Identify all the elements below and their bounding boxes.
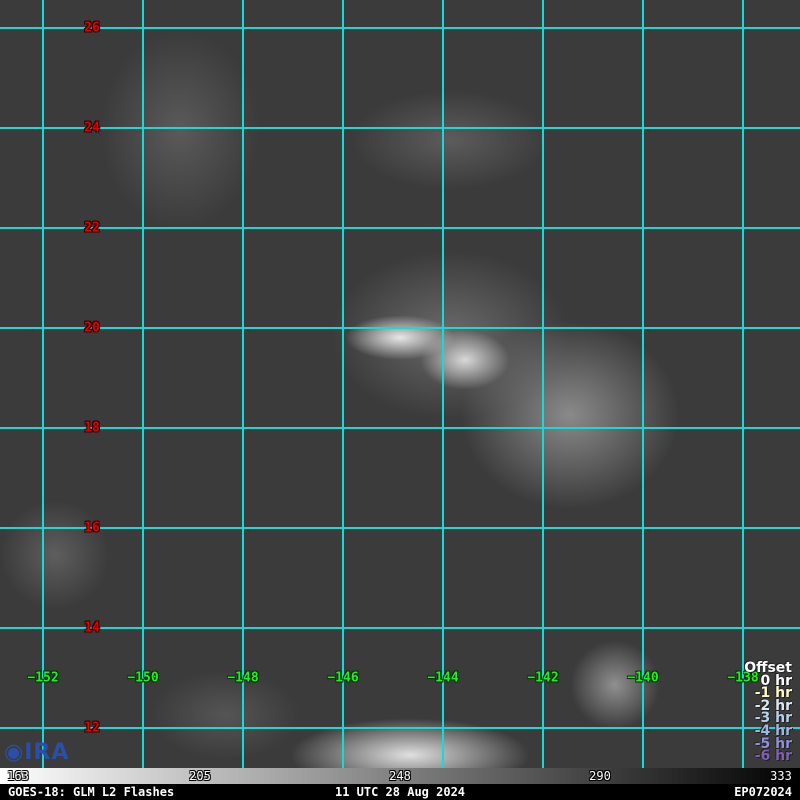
offset-legend: Offset 0 hr -1 hr -2 hr -3 hr -4 hr -5 hr -6 h… — [744, 661, 792, 765]
longitude-line — [242, 0, 244, 768]
longitude-line — [742, 0, 744, 768]
colorbar-tick: 205 — [189, 769, 211, 783]
storm-id: EP072024 — [734, 785, 792, 799]
latitude-label: 24 — [84, 120, 100, 136]
longitude-line — [442, 0, 444, 768]
product-label: GOES-18: GLM L2 Flashes — [8, 785, 175, 799]
colorbar: 163 205 248 290 333 — [0, 768, 800, 784]
cira-logo: ◉IRA — [4, 740, 70, 765]
longitude-line — [142, 0, 144, 768]
latitude-label: 20 — [84, 320, 100, 336]
latitude-line — [0, 27, 800, 29]
colorbar-tick: 248 — [389, 769, 411, 783]
colorbar-tick: 163 — [7, 769, 29, 783]
latitude-line — [0, 627, 800, 629]
latitude-label: 22 — [84, 220, 100, 236]
longitude-line — [42, 0, 44, 768]
satellite-image: 26 24 22 20 18 16 14 12 −152 −150 −148 −146 −144 −14… — [0, 0, 800, 768]
latitude-line — [0, 327, 800, 329]
longitude-label: −144 — [427, 670, 459, 686]
longitude-label: −146 — [327, 670, 359, 686]
latitude-label: 14 — [84, 620, 100, 636]
latitude-label: 18 — [84, 420, 100, 436]
latitude-line — [0, 427, 800, 429]
timestamp: 11 UTC 28 Aug 2024 — [334, 785, 466, 799]
latitude-label: 16 — [84, 520, 100, 536]
footer-bar: GOES-18: GLM L2 Flashes 11 UTC 28 Aug 20… — [0, 784, 800, 800]
latitude-label: 26 — [84, 20, 100, 36]
legend-item: -6 hr — [754, 748, 792, 765]
latitude-label: 12 — [84, 720, 100, 736]
latitude-line — [0, 527, 800, 529]
longitude-label: −152 — [27, 670, 59, 686]
longitude-label: −140 — [627, 670, 659, 686]
longitude-label: −142 — [527, 670, 559, 686]
colorbar-tick: 290 — [589, 769, 611, 783]
latitude-line — [0, 227, 800, 229]
colorbar-tick: 333 — [770, 769, 792, 783]
longitude-label: −148 — [227, 670, 259, 686]
longitude-line — [342, 0, 344, 768]
latitude-line — [0, 727, 800, 729]
latitude-line — [0, 127, 800, 129]
longitude-line — [642, 0, 644, 768]
longitude-label: −150 — [127, 670, 159, 686]
longitude-line — [542, 0, 544, 768]
